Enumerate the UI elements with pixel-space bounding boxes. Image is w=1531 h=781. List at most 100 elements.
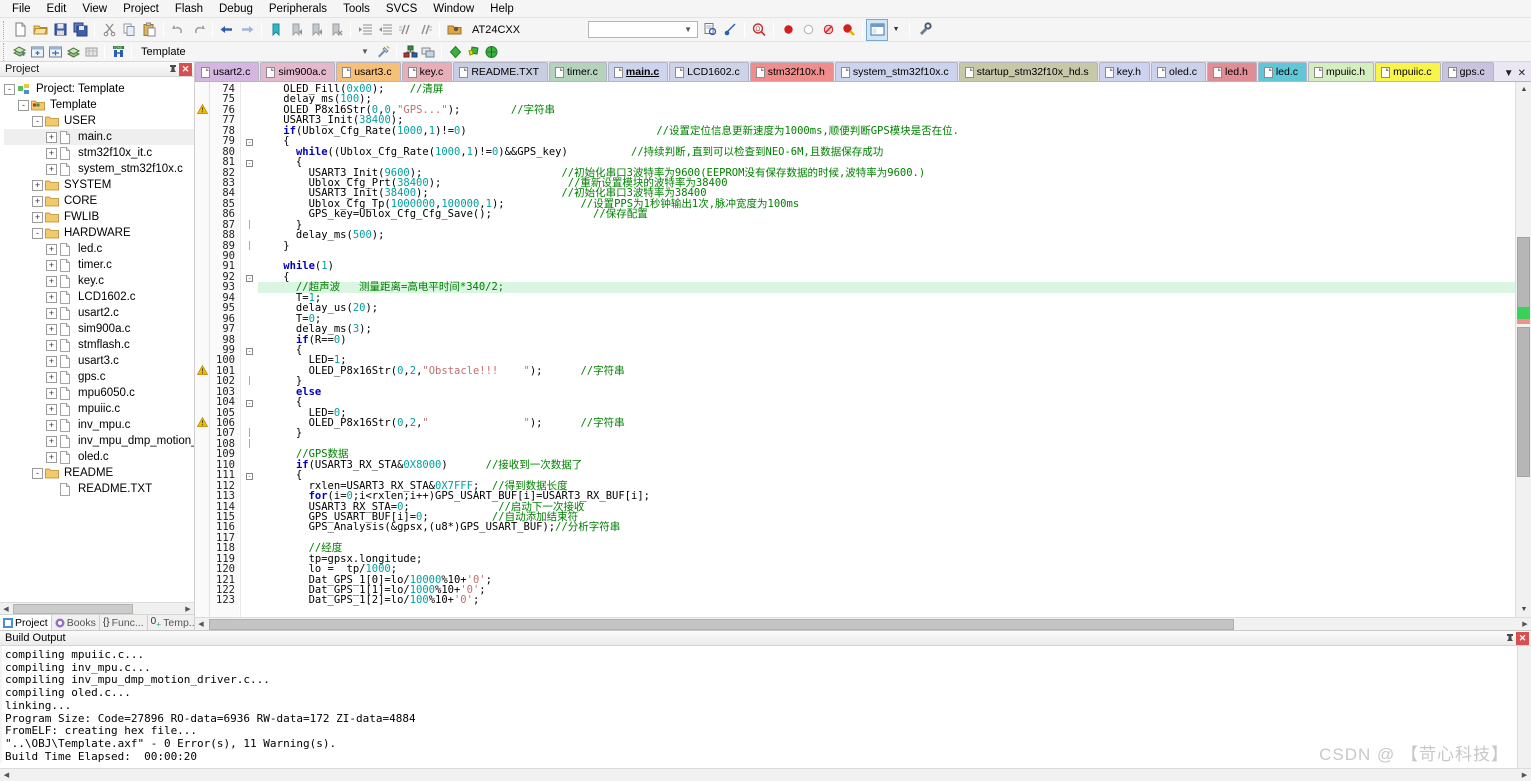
fold-marker[interactable]: [241, 460, 258, 470]
tree-item-lcd1602-c[interactable]: + LCD1602.c: [4, 289, 194, 305]
code-line[interactable]: tp=gpsx.longitude;: [258, 553, 1515, 564]
menu-item-svcs[interactable]: SVCS: [378, 1, 425, 17]
redo-icon[interactable]: [188, 20, 208, 40]
code-line[interactable]: if(USART3_RX_STA&0X8000) //接收到一次数据了: [258, 460, 1515, 471]
expand-icon[interactable]: +: [32, 195, 43, 207]
target-options-icon[interactable]: [374, 43, 392, 61]
code-line[interactable]: if(Ublox_Cfg_Rate(1000,1)!=0) //设置定位信息更新…: [258, 126, 1515, 137]
editor-hscroll-thumb[interactable]: [209, 618, 1234, 630]
expand-icon[interactable]: +: [46, 291, 57, 303]
fold-marker[interactable]: [241, 303, 258, 313]
fold-marker[interactable]: [241, 251, 258, 261]
window-layout-icon[interactable]: [866, 18, 889, 41]
panel-tab-project[interactable]: Project: [0, 615, 52, 630]
tree-item-user[interactable]: - USER: [4, 113, 194, 129]
scroll-right-icon[interactable]: ▶: [1519, 619, 1531, 630]
menu-item-flash[interactable]: Flash: [167, 1, 211, 17]
chevron-down-icon[interactable]: ▼: [681, 23, 695, 37]
fold-marker[interactable]: -: [241, 157, 258, 168]
expand-icon[interactable]: +: [46, 323, 57, 335]
code-folding-column[interactable]: - - - - - -: [240, 82, 258, 617]
bookmark-toggle-icon[interactable]: [266, 20, 286, 40]
fold-marker[interactable]: [241, 230, 258, 240]
scroll-down-icon[interactable]: ▼: [1516, 602, 1531, 617]
fold-marker[interactable]: [241, 585, 258, 595]
fold-marker[interactable]: [241, 355, 258, 365]
fold-marker[interactable]: [241, 502, 258, 512]
fold-marker[interactable]: [241, 491, 258, 501]
fold-marker[interactable]: [241, 481, 258, 491]
editor-tab-oled-c[interactable]: oled.c: [1151, 62, 1207, 81]
expand-icon[interactable]: +: [46, 339, 57, 351]
code-line[interactable]: delay_us(20);: [258, 303, 1515, 314]
code-line[interactable]: else: [258, 386, 1515, 397]
navigate-back-icon[interactable]: [217, 20, 237, 40]
batch-build-icon[interactable]: [64, 43, 82, 61]
expand-icon[interactable]: +: [46, 371, 57, 383]
editor-tab-startup-stm32f10x-hd-s[interactable]: startup_stm32f10x_hd.s: [958, 62, 1098, 81]
expand-icon[interactable]: +: [46, 275, 57, 287]
fold-marker[interactable]: [241, 219, 258, 230]
tree-item-inv-mpu-dmp-motion-d[interactable]: + inv_mpu_dmp_motion_d: [4, 433, 194, 449]
code-line[interactable]: delay_ms(500);: [258, 230, 1515, 241]
fold-marker[interactable]: [241, 282, 258, 292]
tree-item-timer-c[interactable]: + timer.c: [4, 257, 194, 273]
expand-icon[interactable]: +: [46, 451, 57, 463]
cut-icon[interactable]: [99, 20, 119, 40]
fold-marker[interactable]: [241, 293, 258, 303]
tree-item-system[interactable]: + SYSTEM: [4, 177, 194, 193]
toolbar-grip[interactable]: [3, 20, 7, 39]
expand-icon[interactable]: +: [46, 355, 57, 367]
fold-marker[interactable]: -: [241, 470, 258, 481]
editor-tab-led-c[interactable]: led.c: [1257, 62, 1308, 81]
tree-item-oled-c[interactable]: + oled.c: [4, 449, 194, 465]
copy-icon[interactable]: [119, 20, 139, 40]
tree-item-usart3-c[interactable]: + usart3.c: [4, 353, 194, 369]
hscroll-thumb[interactable]: [13, 603, 133, 614]
new-file-icon[interactable]: [10, 20, 30, 40]
expand-icon[interactable]: +: [46, 387, 57, 399]
editor-tab-timer-c[interactable]: timer.c: [548, 62, 607, 81]
fold-marker[interactable]: [241, 512, 258, 522]
project-tree[interactable]: - Project: Template - Template - USER + main.c +…: [0, 77, 194, 602]
expand-icon[interactable]: +: [46, 259, 57, 271]
vscroll-thumb-lower[interactable]: [1517, 327, 1530, 477]
fold-marker[interactable]: [241, 199, 258, 209]
menu-item-tools[interactable]: Tools: [335, 1, 378, 17]
code-line[interactable]: if(R==0): [258, 334, 1515, 345]
fold-marker[interactable]: -: [241, 136, 258, 147]
editor-tab-gps-c[interactable]: gps.c: [1441, 62, 1494, 81]
code-line[interactable]: }: [258, 376, 1515, 387]
editor-vscrollbar[interactable]: ▲ ▼: [1515, 82, 1531, 617]
build-vscrollbar[interactable]: [1517, 646, 1531, 781]
disable-breakpoint-icon[interactable]: [798, 20, 818, 40]
comment-icon[interactable]: [395, 20, 415, 40]
fold-marker[interactable]: [241, 449, 258, 459]
code-line[interactable]: {: [258, 345, 1515, 356]
collapse-icon[interactable]: -: [32, 115, 43, 127]
code-line[interactable]: Dat_GPS_1[2]=lo/100%10+'0';: [258, 595, 1515, 606]
fold-marker[interactable]: [241, 168, 258, 178]
warning-icon[interactable]: [196, 103, 209, 114]
fold-marker[interactable]: [241, 261, 258, 271]
bookmark-prev-icon[interactable]: [286, 20, 306, 40]
panel-tab-func[interactable]: {} Func...: [100, 615, 148, 630]
collapse-icon[interactable]: -: [32, 227, 43, 239]
warning-icon[interactable]: [196, 364, 209, 375]
find-icon[interactable]: [720, 20, 740, 40]
uncomment-icon[interactable]: [415, 20, 435, 40]
fold-marker[interactable]: [241, 418, 258, 428]
menu-item-project[interactable]: Project: [115, 1, 167, 17]
configuration-wizard-icon[interactable]: [914, 20, 934, 40]
code-line[interactable]: while((Ublox_Cfg_Rate(1000,1)!=0)&&GPS_k…: [258, 146, 1515, 157]
code-line[interactable]: T=0;: [258, 313, 1515, 324]
code-line[interactable]: [258, 251, 1515, 261]
open-folder-icon[interactable]: [30, 20, 50, 40]
fold-marker[interactable]: [241, 533, 258, 543]
tree-item-readme-txt[interactable]: README.TXT: [4, 481, 194, 497]
fold-marker[interactable]: [241, 324, 258, 334]
expand-icon[interactable]: +: [46, 435, 57, 447]
code-line[interactable]: [258, 439, 1515, 449]
fold-marker[interactable]: [241, 335, 258, 345]
expand-icon[interactable]: +: [46, 419, 57, 431]
